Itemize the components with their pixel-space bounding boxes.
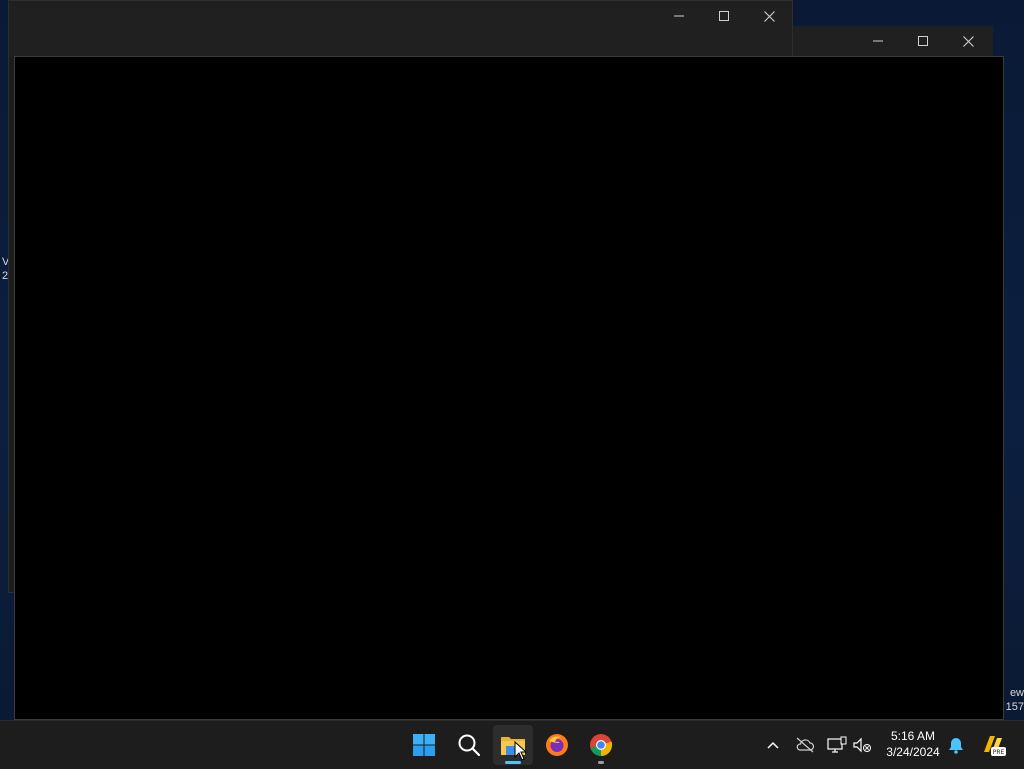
bell-icon — [949, 738, 963, 754]
search-button[interactable] — [449, 725, 489, 765]
cloud-off-icon — [796, 737, 815, 753]
network-icon — [827, 736, 847, 753]
close-icon — [962, 35, 974, 47]
svg-text:PRE: PRE — [993, 749, 1005, 756]
desktop-icon-label-peek: ew 157 — [1002, 686, 1024, 714]
maximize-button[interactable] — [900, 27, 946, 55]
taskbar: 5:16 AM 3/24/2024 PRE — [0, 720, 1024, 769]
chrome-icon — [590, 734, 613, 757]
peek-right-line-2: 157 — [1005, 701, 1024, 713]
notifications-button[interactable] — [944, 733, 968, 757]
copilot-pre-icon: PRE — [984, 736, 1006, 756]
windows-logo-icon — [413, 734, 435, 756]
clock-time: 5:16 AM — [890, 729, 936, 743]
peek-right-line-1: ew — [1009, 687, 1024, 699]
firefox-button[interactable] — [537, 725, 577, 765]
firefox-icon — [546, 734, 568, 756]
background-window[interactable] — [790, 26, 993, 56]
running-indicator — [598, 761, 604, 764]
search-icon — [458, 734, 481, 757]
show-hidden-icons-button[interactable] — [761, 733, 785, 757]
clock[interactable]: 5:16 AM 3/24/2024 — [878, 728, 948, 760]
network-button[interactable] — [825, 733, 849, 757]
minimize-button[interactable] — [855, 27, 901, 55]
clock-date: 3/24/2024 — [886, 745, 940, 759]
close-button[interactable] — [945, 27, 991, 55]
chrome-button[interactable] — [581, 725, 621, 765]
active-indicator — [505, 761, 521, 764]
minimize-button[interactable] — [656, 2, 702, 30]
volume-button[interactable] — [850, 733, 874, 757]
maximize-icon — [918, 36, 928, 46]
close-icon — [763, 10, 775, 22]
window-titlebar[interactable] — [9, 1, 792, 57]
maximize-icon — [719, 11, 729, 21]
onedrive-button[interactable] — [793, 733, 817, 757]
minimize-icon — [873, 40, 883, 42]
foreground-window-blank[interactable] — [14, 56, 1004, 720]
close-button[interactable] — [746, 2, 792, 30]
minimize-icon — [674, 15, 684, 17]
start-button[interactable] — [404, 725, 444, 765]
volume-muted-icon — [853, 737, 871, 753]
copilot-preview-button[interactable]: PRE — [979, 733, 1007, 757]
window-titlebar[interactable] — [790, 26, 993, 56]
maximize-button[interactable] — [701, 2, 747, 30]
chevron-up-icon — [767, 741, 779, 749]
mouse-cursor-icon — [514, 741, 528, 761]
